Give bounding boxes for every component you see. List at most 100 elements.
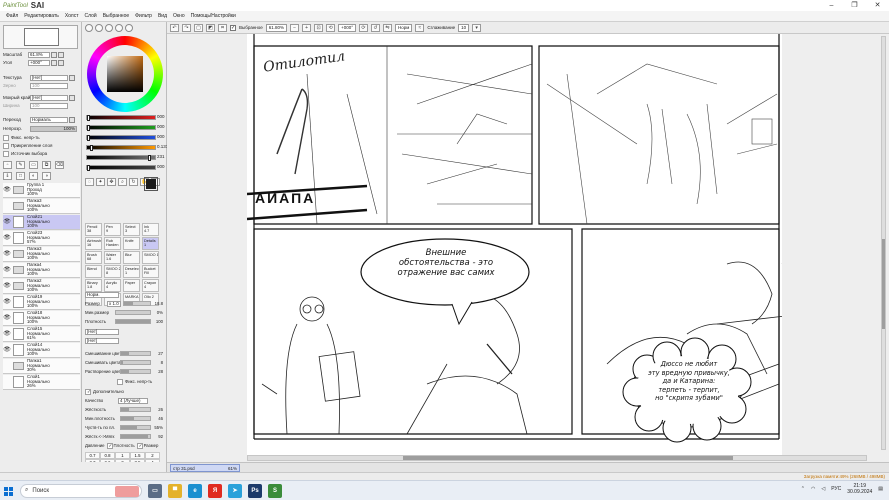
merge-down-icon[interactable]: ⇓ — [3, 171, 12, 180]
saturation-value-square[interactable] — [107, 56, 143, 92]
menu-selection[interactable]: Выбранное — [100, 13, 132, 19]
eye-icon[interactable]: 👁 — [3, 298, 11, 306]
eye-icon[interactable]: 👁 — [3, 282, 11, 290]
slider-r[interactable] — [86, 115, 156, 121]
rotate-left-icon[interactable]: ⟲ — [326, 23, 336, 32]
min-size-value[interactable]: 0% — [153, 310, 163, 315]
hsv-mode-icon[interactable] — [105, 24, 113, 32]
brush-size-preset[interactable]: 1 — [115, 452, 130, 459]
color-wheel[interactable] — [87, 36, 163, 112]
eye-icon[interactable]: 👁 — [3, 218, 11, 226]
check-keep-opacity[interactable]: Фикс. непр-ть — [3, 134, 40, 141]
redo-icon[interactable]: ↷ — [182, 23, 191, 32]
mask-icon[interactable]: ◐ — [29, 171, 38, 180]
brush-sub-value[interactable]: 100 — [30, 102, 68, 109]
stabilizer-icon[interactable]: ≈ — [415, 23, 425, 32]
clock[interactable]: 21:19 30.09.2024 — [847, 483, 872, 495]
tool-preset[interactable]: Deselect 1 — [123, 265, 140, 278]
stabilizer-field[interactable]: 10 — [458, 23, 470, 32]
tool-preset[interactable]: SMOO 2 8 — [104, 265, 121, 278]
layer-item[interactable]: Папка3 Нормально 100% — [3, 199, 80, 214]
menu-view[interactable]: Вид — [155, 13, 170, 19]
zoom-tool-icon[interactable]: ⌕ — [118, 178, 127, 186]
horizontal-scrollbar[interactable] — [247, 455, 867, 461]
brush-size-preset[interactable]: 1.5 — [130, 452, 145, 459]
selection-checkbox[interactable]: ✓ — [230, 24, 236, 31]
canvas-area[interactable]: Отилотил АИАПА Внешние обстоятельства - … — [167, 34, 889, 462]
menu-layer[interactable]: Слой — [82, 13, 100, 19]
crop-icon[interactable]: ⌗ — [218, 23, 227, 32]
edge-icon[interactable]: e — [188, 483, 202, 498]
angle-plus-button[interactable] — [58, 59, 64, 66]
slider-knob[interactable] — [87, 115, 90, 121]
flip-icon[interactable]: ⇋ — [383, 23, 392, 32]
slider-g[interactable] — [86, 125, 156, 131]
zoom-reset-icon[interactable]: ⊡ — [314, 23, 324, 32]
layer-item[interactable]: Папка1 Нормально 30% — [3, 359, 80, 374]
vertical-scroll-thumb[interactable] — [882, 239, 885, 329]
quality-select[interactable]: 4 (Лучше) — [118, 397, 148, 404]
explorer-icon[interactable]: ▀ — [168, 483, 182, 498]
current-color-swatch[interactable] — [144, 177, 158, 191]
texture-dropdown-icon[interactable] — [69, 74, 75, 81]
hardness-value[interactable]: 26 — [153, 407, 163, 412]
zoom-in-icon[interactable]: + — [302, 23, 312, 32]
tool-preset[interactable]: Bucket Fill — [142, 265, 159, 278]
layer-item[interactable]: 👁 Папка3 Нормально 100% — [3, 247, 80, 262]
swatch-mode-icon[interactable] — [115, 24, 123, 32]
layer-item[interactable]: 👁 Группа 1 Проход 100% — [3, 183, 80, 198]
layer-item[interactable]: 👁 Папка2 Нормально 100% — [3, 279, 80, 294]
eye-icon[interactable]: 👁 — [3, 330, 11, 338]
slider-b[interactable] — [86, 135, 156, 141]
scratchpad-mode-icon[interactable] — [125, 24, 133, 32]
task-view-icon[interactable]: ▭ — [148, 483, 162, 498]
vertical-scrollbar[interactable] — [881, 36, 886, 450]
navigator-thumbnail[interactable] — [3, 25, 78, 49]
undo-icon[interactable]: ↶ — [170, 23, 179, 32]
paint-tool-sai-icon[interactable]: S — [268, 483, 282, 498]
zoom-out-icon[interactable]: − — [290, 23, 300, 32]
density-value[interactable]: 100 — [153, 319, 163, 324]
dilution-value[interactable]: 8 — [153, 360, 163, 365]
new-linework-icon[interactable]: ✎ — [16, 160, 25, 169]
apply-mask-icon[interactable]: ◑ — [42, 171, 51, 180]
close-button[interactable]: ✕ — [866, 0, 889, 11]
angle-value[interactable]: +000° — [28, 59, 50, 66]
slider-knob[interactable] — [87, 125, 90, 131]
texture-sub-value[interactable]: 100 — [30, 82, 68, 89]
rotate-reset-icon[interactable]: ↺ — [371, 23, 380, 32]
telegram-icon[interactable]: ➤ — [228, 483, 242, 498]
keep-opacity-row[interactable]: Фикс. непр-ть — [85, 378, 163, 385]
layer-item[interactable]: Слой1 Нормально 26% — [3, 375, 80, 390]
brush-dropdown-icon[interactable] — [69, 94, 75, 101]
menu-filter[interactable]: Фильтр — [132, 13, 155, 19]
tool-preset[interactable]: Select 3 — [123, 223, 140, 236]
eye-icon[interactable] — [3, 378, 11, 386]
tool-preset[interactable]: Pen 9 — [104, 223, 121, 236]
layer-item[interactable]: 👁 Слой14 Нормально 100% — [3, 343, 80, 358]
keep-opacity-brush-checkbox[interactable] — [117, 378, 123, 385]
slider-h[interactable] — [86, 145, 156, 151]
menu-canvas[interactable]: Холст — [62, 13, 82, 19]
shape-select[interactable]: [Нет] — [85, 328, 119, 335]
clear-layer-icon[interactable]: □ — [16, 171, 25, 180]
slider-knob[interactable] — [148, 155, 152, 161]
sensitivity-value[interactable]: 55% — [153, 425, 163, 430]
layer-item[interactable]: 👁 Слой18 Нормально 100% — [3, 311, 80, 326]
advanced-checkbox[interactable]: ✓ — [85, 388, 91, 395]
rgb-mode-icon[interactable] — [95, 24, 103, 32]
language-indicator[interactable]: РУС — [831, 486, 841, 492]
menu-help[interactable]: Помощь/Настройки — [188, 13, 239, 19]
lasso-icon[interactable]: ◌ — [85, 178, 94, 186]
zoom-plus-button[interactable] — [58, 51, 64, 58]
tool-preset[interactable]: Brush 68 — [85, 251, 102, 264]
brush-size-preset[interactable]: 0.8 — [100, 452, 115, 459]
minimize-button[interactable]: – — [820, 0, 843, 11]
rotate-tool-icon[interactable]: ↻ — [129, 178, 138, 186]
color-wheel-mode-icon[interactable] — [85, 24, 93, 32]
tool-preset[interactable]: SMOO 1 — [142, 251, 159, 264]
layer-item[interactable]: 👁 Папка4 Нормально 100% — [3, 263, 80, 278]
hardsoft-value[interactable]: 92 — [153, 434, 163, 439]
clip-layer-checkbox[interactable] — [3, 142, 9, 149]
size-value[interactable]: 18.8 — [153, 301, 163, 306]
